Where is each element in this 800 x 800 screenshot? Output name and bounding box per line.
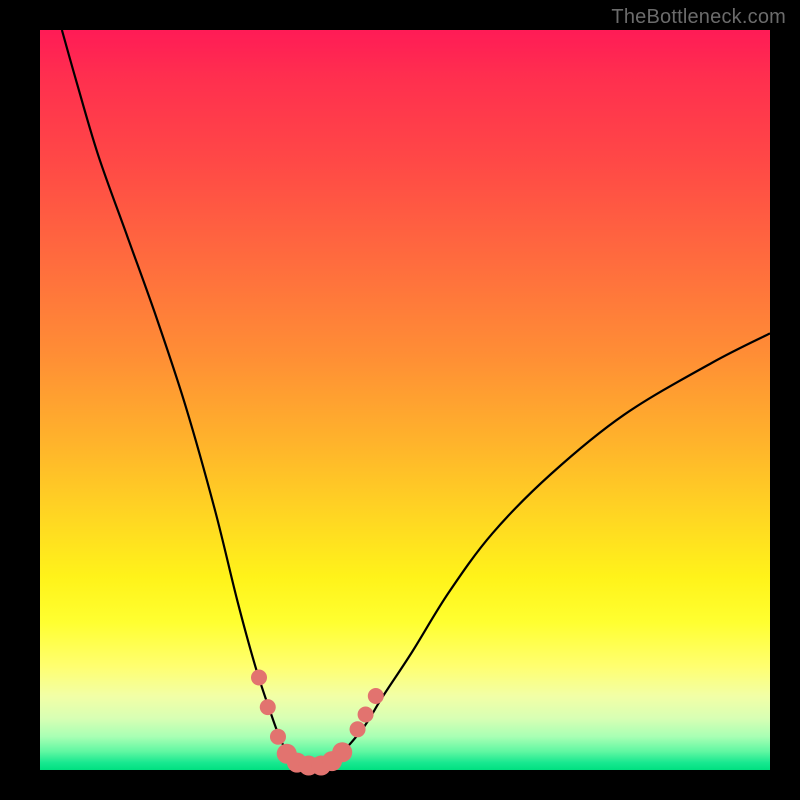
bottleneck-curve-svg	[40, 30, 770, 770]
marker-group	[251, 670, 384, 776]
curve-marker	[260, 699, 276, 715]
curve-marker	[358, 707, 374, 723]
watermark-text: TheBottleneck.com	[611, 6, 786, 29]
curve-marker	[350, 721, 366, 737]
chart-frame: TheBottleneck.com	[0, 0, 800, 800]
curve-marker	[332, 742, 352, 762]
plot-area	[40, 30, 770, 770]
curve-marker	[368, 688, 384, 704]
bottleneck-curve	[62, 30, 770, 767]
curve-marker	[270, 729, 286, 745]
curve-marker	[251, 670, 267, 686]
